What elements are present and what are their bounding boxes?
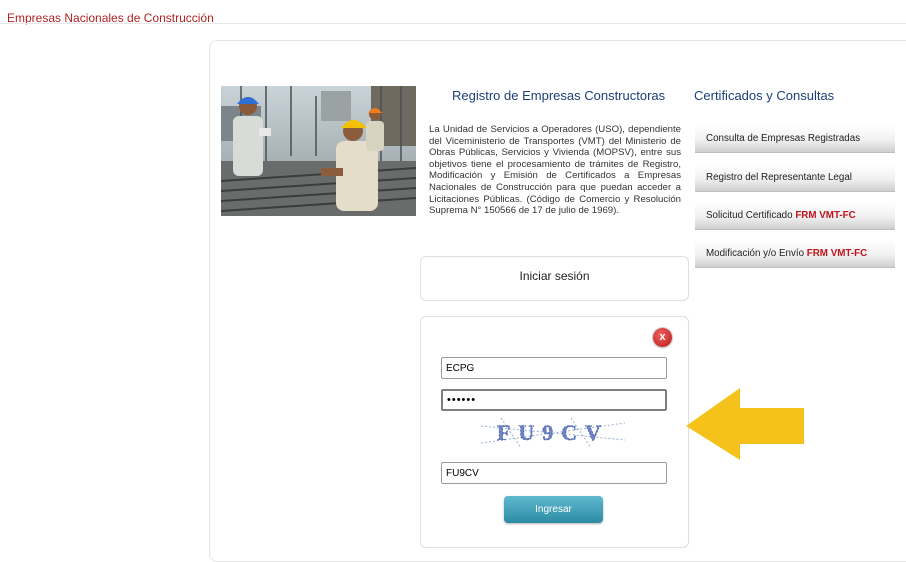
- username-input[interactable]: [441, 357, 667, 379]
- captcha-image: FU9CV: [480, 417, 626, 449]
- construction-workers-photo: [221, 86, 416, 216]
- header-divider: [0, 23, 906, 24]
- menu-item-highlight: FRM VMT-FC: [795, 210, 856, 221]
- captcha-input[interactable]: [441, 462, 667, 484]
- menu-item-label: Solicitud Certificado: [706, 210, 796, 221]
- menu-item-label: Consulta de Empresas Registradas: [706, 133, 861, 144]
- ingresar-button[interactable]: Ingresar: [504, 496, 603, 523]
- login-title: Iniciar sesión: [519, 269, 590, 283]
- close-icon[interactable]: x: [653, 328, 672, 347]
- menu-item-label: Registro del Representante Legal: [706, 172, 852, 183]
- menu-solicitud-certificado[interactable]: Solicitud Certificado FRM VMT-FC: [695, 202, 895, 230]
- menu-consulta-empresas[interactable]: Consulta de Empresas Registradas: [695, 125, 895, 153]
- login-toggle[interactable]: Iniciar sesión: [420, 256, 689, 301]
- menu-item-label: Modificación y/o Envío: [706, 248, 807, 259]
- menu-item-highlight: FRM VMT-FC: [806, 248, 868, 259]
- main-heading: Registro de Empresas Constructoras: [452, 88, 666, 103]
- menu-registro-representante[interactable]: Registro del Representante Legal: [695, 164, 895, 192]
- captcha-text: FU9CV: [497, 420, 609, 445]
- password-input[interactable]: [441, 389, 667, 411]
- menu-modificacion-envio[interactable]: Modificación y/o Envío FRM VMT-FC: [695, 240, 895, 268]
- sidebar-heading: Certificados y Consultas: [694, 88, 835, 103]
- description-text: La Unidad de Servicios a Operadores (USO…: [429, 124, 681, 217]
- arrow-left-icon: [686, 388, 804, 460]
